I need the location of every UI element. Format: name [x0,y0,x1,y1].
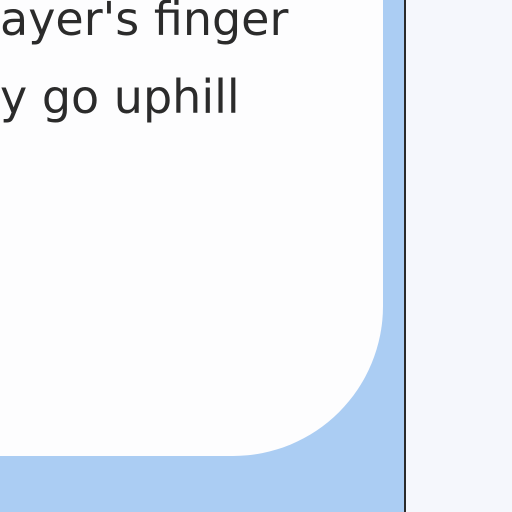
card-text-line: y go uphill [0,70,240,124]
side-panel [406,0,512,512]
card-text-line: ayer's finger [0,0,289,46]
text-card [0,0,383,456]
